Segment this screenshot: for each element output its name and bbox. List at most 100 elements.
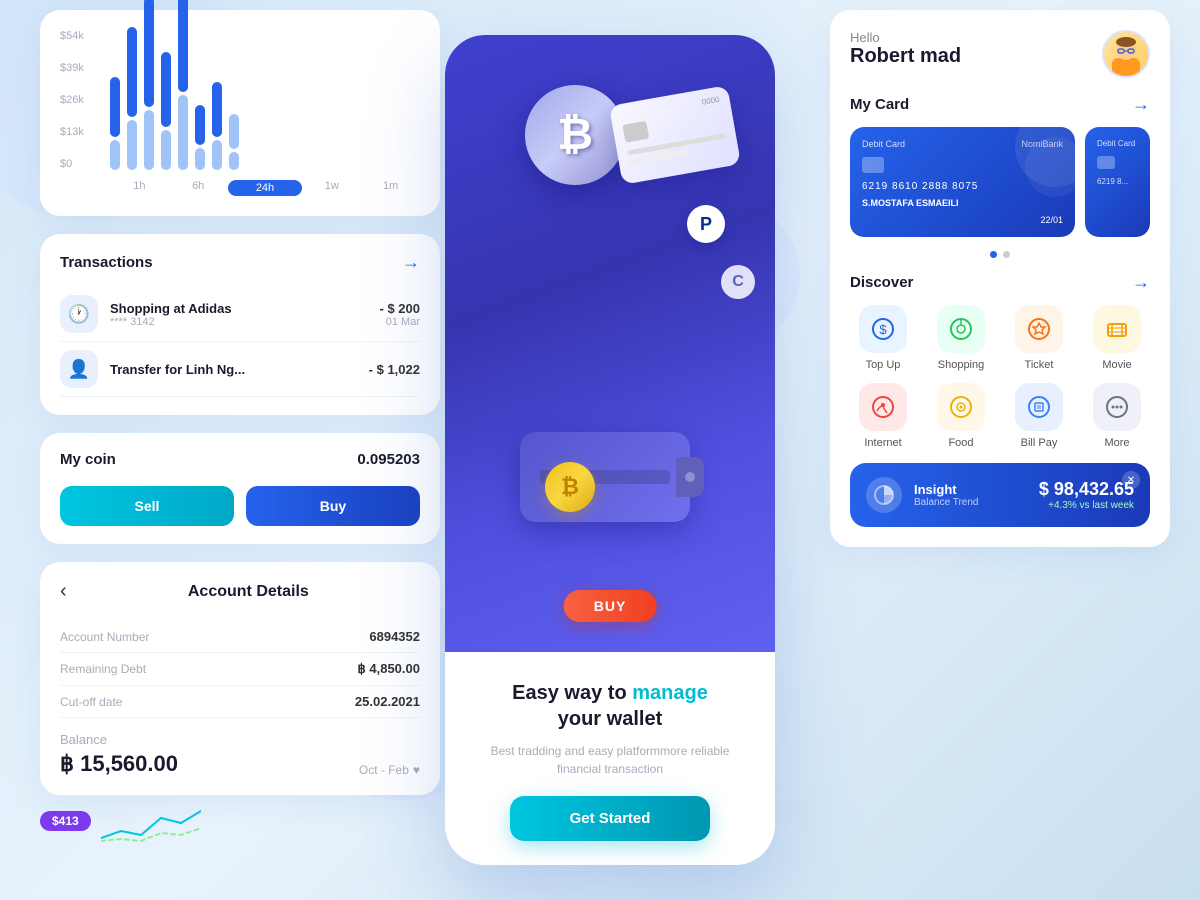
my-card-arrow[interactable]: → [1132,94,1150,115]
svg-text:$: $ [879,322,887,337]
bar-group-tooltip: $26k [178,0,188,170]
bar-group [161,52,171,170]
transaction-icon-shopping: 🕐 [60,295,98,333]
greeting-row: Hello Robert mad [850,30,1150,78]
bar-group [212,82,222,170]
chart-bar [178,95,188,170]
chart-bar [161,130,171,170]
insight-close-button[interactable]: ✕ [1122,471,1140,489]
transaction-value: - $ 200 [380,301,420,316]
chart-y-label: $13k [60,126,84,138]
phone-top: ₿ 0000 P C [445,35,775,652]
left-panel: $54k $39k $26k $13k $0 [40,10,440,843]
insight-title: Insight [914,482,1027,497]
pie-chart-icon [873,484,895,506]
gold-coin: ₿ [545,462,595,512]
my-card-header: My Card → [850,94,1150,115]
bar-group [110,77,120,170]
discover-item-food[interactable]: Food [928,383,994,449]
insight-card: Insight Balance Trend $ 98,432.65 +4.3% … [850,463,1150,527]
coin-value: 0.095203 [357,451,420,468]
card-dot [1003,251,1010,258]
debit-card-secondary[interactable]: Debit Card 6219 8... [1085,127,1150,237]
coin-card: My coin 0.095203 Sell Buy [40,433,440,544]
shopping-label: Shopping [938,359,985,371]
internet-icon [871,395,895,419]
bar-group [229,114,239,170]
transactions-title: Transactions [60,254,153,271]
discover-item-topup[interactable]: $ Top Up [850,305,916,371]
transaction-item: 🕐 Shopping at Adidas **** 3142 - $ 200 0… [60,287,420,342]
discover-item-internet[interactable]: Internet [850,383,916,449]
card-chip [862,157,884,173]
chart-bar [229,152,239,170]
discover-item-more[interactable]: More [1084,383,1150,449]
account-row: Cut-off date 25.02.2021 [60,686,420,718]
account-card: ‹ Account Details Account Number 6894352… [40,562,440,795]
transactions-card: Transactions → 🕐 Shopping at Adidas ****… [40,234,440,415]
chart-bar [110,77,120,137]
chart-card: $54k $39k $26k $13k $0 [40,10,440,216]
balance-amount: ฿ 15,560.00 [60,751,178,777]
chart-bar [110,140,120,170]
movie-label: Movie [1102,359,1131,371]
cards-row: Debit Card NomiBank 6219 8610 2888 8075 … [850,127,1150,237]
food-icon [949,395,973,419]
mini-pill: $413 [40,811,91,831]
discover-item-ticket[interactable]: Ticket [1006,305,1072,371]
get-started-button[interactable]: Get Started [510,796,711,841]
chart-bar [195,148,205,170]
chart-y-label: $0 [60,158,84,170]
ticket-icon [1027,317,1051,341]
insight-amount: $ 98,432.65 [1039,479,1134,500]
right-card: Hello Robert mad My C [830,10,1170,547]
mini-chart [101,803,201,843]
chart-y-label: $39k [60,62,84,74]
debit-card-type: Debit Card [862,139,905,149]
movie-icon [1105,317,1129,341]
card-indicator-dots [850,251,1150,258]
internet-label: Internet [864,437,901,449]
greeting-hello: Hello [850,30,961,45]
buy-button[interactable]: Buy [246,486,420,526]
discover-item-shopping[interactable]: Shopping [928,305,994,371]
balance-label: Balance [60,732,420,747]
discover-arrow[interactable]: → [1132,272,1150,293]
transactions-arrow[interactable]: → [402,252,420,273]
chart-bar [195,105,205,145]
btc-coin-illustration: ₿ [525,85,625,185]
back-arrow[interactable]: ‹ [60,580,67,603]
account-title: Account Details [77,583,420,601]
chart-bar [127,120,137,170]
transaction-name: Shopping at Adidas [110,301,368,316]
transaction-sub: **** 3142 [110,316,368,328]
transaction-item: 👤 Transfer for Linh Ng... - $ 1,022 [60,342,420,397]
discover-title: Discover [850,274,913,291]
chart-bar [161,52,171,127]
card-name: S.MOSTAFA ESMAEILI [862,198,959,208]
transaction-value: - $ 1,022 [369,362,420,377]
food-label: Food [948,437,973,449]
debit-card-main[interactable]: Debit Card NomiBank 6219 8610 2888 8075 … [850,127,1075,237]
discover-item-billpay[interactable]: Bill Pay [1006,383,1072,449]
bar-group [127,27,137,170]
ticket-label: Ticket [1025,359,1054,371]
coin-label: My coin [60,451,116,468]
insight-subtitle: Balance Trend [914,497,1027,508]
chart-bar [212,140,222,170]
paypal-badge: P [687,205,725,243]
chart-bar [229,114,239,149]
account-row: Account Number 6894352 [60,621,420,653]
card-expiry: 22/01 [1040,215,1063,225]
chart-y-label: $54k [60,30,84,42]
discover-item-movie[interactable]: Movie [1084,305,1150,371]
sell-button[interactable]: Sell [60,486,234,526]
phone-headline: Easy way to manage your wallet [469,680,751,732]
account-row: Remaining Debt ฿ 4,850.00 [60,653,420,686]
greeting-name: Robert mad [850,45,961,68]
card-dot-active [990,251,997,258]
phone-subtext: Best tradding and easy platformmore reli… [469,742,751,778]
more-icon [1105,395,1129,419]
avatar [1102,30,1150,78]
insight-icon [866,477,902,513]
